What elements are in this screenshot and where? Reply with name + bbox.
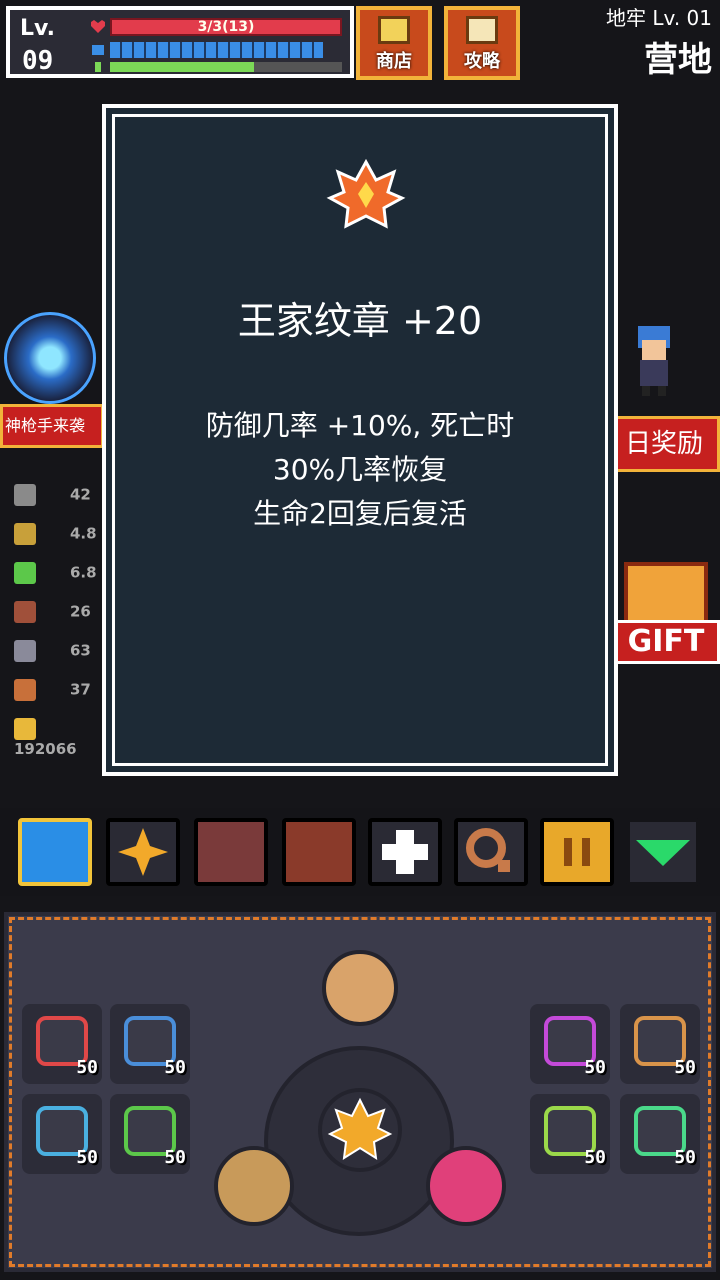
portal-icon[interactable]: [4, 312, 96, 404]
pause-button-icon[interactable]: [540, 818, 614, 886]
bag-icon: [378, 16, 410, 44]
stat-value: 26: [70, 602, 91, 621]
stat-row: 192066: [14, 718, 114, 758]
rune-slot-left-2[interactable]: 50: [110, 1004, 190, 1084]
xp-bar: [110, 62, 342, 72]
health-bar: 3/3(13): [110, 18, 342, 36]
orb-equip-icon[interactable]: [322, 950, 398, 1026]
stat-value: 37: [70, 680, 91, 699]
heal-tab-icon[interactable]: [368, 818, 442, 886]
royal-crest-icon: [326, 158, 406, 229]
sword-equip-icon[interactable]: [214, 1146, 294, 1226]
amulet-equip-icon[interactable]: [426, 1146, 506, 1226]
rune-slot-left-4[interactable]: 50: [110, 1094, 190, 1174]
boot-icon: [14, 562, 36, 584]
key-bronze-icon: [14, 679, 36, 701]
player-status-panel: Lv. 09 3/3(13): [6, 6, 354, 78]
hero-character-icon: [638, 326, 670, 396]
guide-label: 攻略: [464, 51, 500, 72]
collapse-panel-icon[interactable]: [626, 818, 700, 886]
stat-row: 6.8: [14, 562, 114, 588]
rune-slot-left-3[interactable]: 50: [22, 1094, 102, 1174]
scroll-icon: [466, 16, 498, 44]
mana-icon: [92, 45, 104, 55]
item-description-line-2: 30%几率恢复: [272, 453, 448, 486]
item-description-line-3: 生命2回复后复活: [253, 497, 467, 530]
stat-row: 4.8: [14, 523, 114, 549]
xp-icon: [95, 62, 101, 72]
shop-label: 商店: [376, 51, 412, 72]
item-name: 王家纹章 +20: [237, 299, 483, 343]
item-description-line-1: 防御几率 +10%, 死亡时: [205, 409, 515, 442]
shield-icon: [14, 601, 36, 623]
daily-reward-banner[interactable]: 日奖励: [614, 416, 720, 472]
level-value: 09: [22, 46, 54, 76]
hero-tab-icon[interactable]: [18, 818, 92, 886]
swords-icon: [14, 484, 36, 506]
book-tab-icon[interactable]: [194, 818, 268, 886]
area-name: 营地: [644, 40, 712, 80]
key-silver-icon: [14, 640, 36, 662]
gift-label[interactable]: GIFT: [612, 620, 720, 664]
item-tooltip-dialog[interactable]: 王家纹章 +20 防御几率 +10%, 死亡时 30%几率恢复 生命2回复后复活: [102, 104, 618, 776]
level-label: Lv.: [20, 16, 55, 41]
stat-value: 192066: [14, 740, 77, 758]
xp-fill: [110, 62, 254, 72]
rune-slot-right-4[interactable]: 50: [620, 1094, 700, 1174]
rune-slot-right-2[interactable]: 50: [620, 1004, 700, 1084]
stat-value: 4.8: [70, 524, 97, 543]
stat-row: 37: [14, 679, 114, 705]
rune-slot-right-1[interactable]: 50: [530, 1004, 610, 1084]
skill-tab-icon[interactable]: [106, 818, 180, 886]
shop-button[interactable]: 商店: [356, 6, 432, 80]
gold-icon: [14, 718, 36, 740]
royal-crest-equip-icon[interactable]: [318, 1088, 402, 1172]
heart-icon: [91, 20, 105, 33]
rune-slot-right-3[interactable]: 50: [530, 1094, 610, 1174]
search-tab-icon[interactable]: [454, 818, 528, 886]
bag-tab-icon[interactable]: [282, 818, 356, 886]
health-text: 3/3(13): [197, 19, 255, 35]
stat-value: 6.8: [70, 563, 97, 582]
mana-bar: [110, 42, 324, 58]
stat-row: 42: [14, 484, 114, 510]
sword-icon: [14, 523, 36, 545]
stat-value: 42: [70, 485, 91, 504]
stat-row: 26: [14, 601, 114, 627]
dungeon-level: 地牢 Lv. 01: [606, 6, 712, 30]
stat-value: 63: [70, 641, 91, 660]
stat-row: 63: [14, 640, 114, 666]
rune-slot-left-1[interactable]: 50: [22, 1004, 102, 1084]
boss-event-banner[interactable]: 神枪手来袭: [0, 404, 104, 448]
guide-button[interactable]: 攻略: [444, 6, 520, 80]
